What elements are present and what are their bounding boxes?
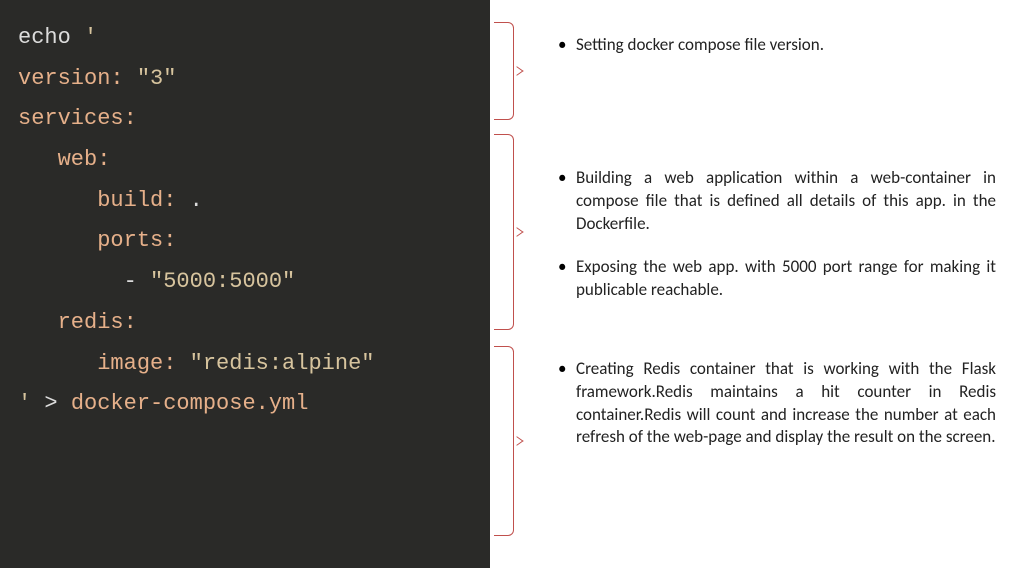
note-bullet: Building a web application within a web-… <box>552 167 996 236</box>
note-bullet: Setting docker compose file version. <box>552 34 996 57</box>
note-bullet: Exposing the web app. with 5000 port ran… <box>552 256 996 302</box>
code-line-image: image: "redis:alpine" <box>18 344 478 385</box>
services-key: services: <box>18 106 137 131</box>
image-val: "redis:alpine" <box>176 351 374 376</box>
code-line-build: build: . <box>18 181 478 222</box>
ports-key: ports: <box>97 228 176 253</box>
code-line-ports: ports: <box>18 221 478 262</box>
code-pane: echo ' version: "3" services: web: build… <box>0 0 490 568</box>
code-line-port-item: - "5000:5000" <box>18 262 478 303</box>
echo-cmd: echo <box>18 25 84 50</box>
brace-redis <box>494 346 514 536</box>
image-key: image: <box>97 351 176 376</box>
brace-web <box>494 134 514 330</box>
open-quote: ' <box>84 25 97 50</box>
ports-dash: - <box>124 269 150 294</box>
brace-version <box>494 22 514 120</box>
version-val: "3" <box>124 66 177 91</box>
redis-key: redis: <box>58 310 137 335</box>
braces-column <box>490 0 534 568</box>
code-line-services: services: <box>18 99 478 140</box>
brace-tip-icon <box>510 66 523 75</box>
build-val: . <box>176 188 202 213</box>
build-key: build: <box>97 188 176 213</box>
brace-tip-icon <box>510 436 523 445</box>
ports-val: "5000:5000" <box>150 269 295 294</box>
code-line-echo: echo ' <box>18 18 478 59</box>
code-line-version: version: "3" <box>18 59 478 100</box>
redirect: > <box>44 391 70 416</box>
brace-tip-icon <box>510 227 523 236</box>
web-key: web: <box>58 147 111 172</box>
code-line-output: ' > docker-compose.yml <box>18 384 478 425</box>
note-group-version: Setting docker compose file version. <box>552 34 996 57</box>
notes-pane: Setting docker compose file version. Bui… <box>534 0 1024 568</box>
code-line-web: web: <box>18 140 478 181</box>
code-line-redis: redis: <box>18 303 478 344</box>
note-group-web: Building a web application within a web-… <box>552 167 996 302</box>
close-quote: ' <box>18 391 44 416</box>
output-file: docker-compose.yml <box>71 391 309 416</box>
version-key: version: <box>18 66 124 91</box>
note-bullet: Creating Redis container that is working… <box>552 358 996 450</box>
note-group-redis: Creating Redis container that is working… <box>552 358 996 450</box>
